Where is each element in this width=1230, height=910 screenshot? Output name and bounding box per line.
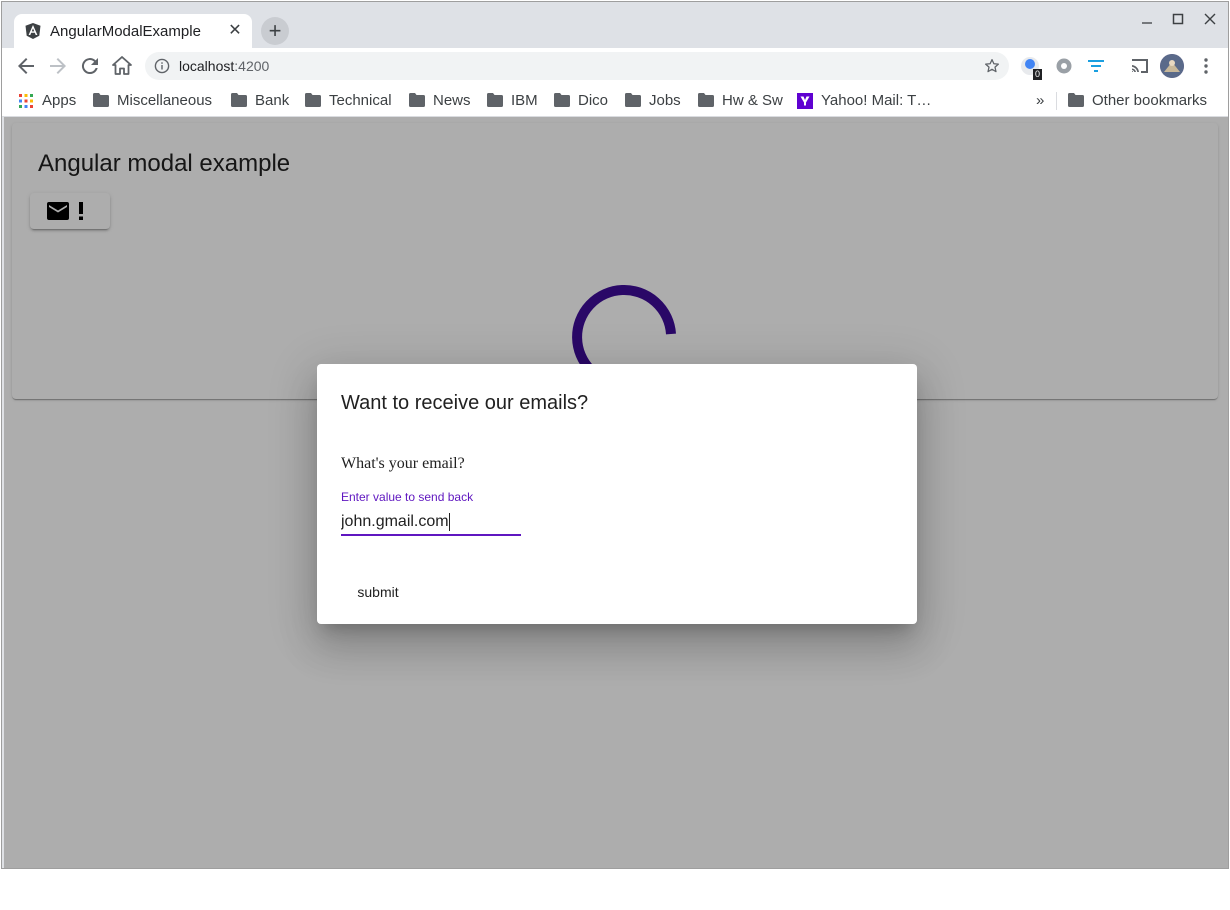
- dialog-title: Want to receive our emails?: [341, 392, 589, 414]
- address-bar[interactable]: localhost:4200: [145, 52, 1009, 80]
- extension-circle-icon[interactable]: [1054, 56, 1074, 76]
- filter-extension-icon[interactable]: [1086, 56, 1106, 76]
- new-tab-button[interactable]: +: [261, 17, 289, 45]
- back-arrow-icon[interactable]: [14, 54, 38, 78]
- tab-title: AngularModalExample: [50, 23, 201, 40]
- folder-icon: [409, 93, 425, 107]
- maximize-icon[interactable]: [1166, 12, 1190, 30]
- bookmarks-divider: [1056, 92, 1057, 110]
- folder-icon: [305, 93, 321, 107]
- url-text: localhost:4200: [179, 58, 269, 74]
- bookmark-label: Dico: [578, 92, 609, 109]
- url-port: :4200: [234, 58, 270, 74]
- extension-badge-count: 0: [1033, 69, 1043, 80]
- home-icon[interactable]: [110, 54, 134, 78]
- bookmark-label: Jobs: [649, 92, 681, 109]
- reload-icon[interactable]: [78, 54, 102, 78]
- bookmarks-bar: Apps Miscellaneous Bank Technical News I…: [2, 84, 1228, 117]
- folder-icon: [93, 93, 109, 107]
- cast-icon[interactable]: [1130, 56, 1150, 76]
- close-tab-icon[interactable]: ✕: [226, 22, 244, 40]
- forward-arrow-icon[interactable]: [46, 54, 70, 78]
- email-field-underline: [341, 534, 521, 536]
- url-host: localhost: [179, 58, 235, 74]
- info-icon[interactable]: [154, 58, 170, 74]
- tab-strip: AngularModalExample ✕ +: [2, 2, 1228, 48]
- extension-badge-icon[interactable]: 0: [1020, 56, 1043, 80]
- bookmark-label: Yahoo! Mail: T…: [821, 92, 932, 109]
- apps-grid-icon: [19, 94, 33, 108]
- submit-button[interactable]: submit: [341, 574, 415, 610]
- more-menu-icon[interactable]: [1196, 56, 1216, 76]
- tab-angular-modal-example[interactable]: AngularModalExample ✕: [14, 14, 252, 48]
- bookmark-label: Apps: [42, 92, 77, 109]
- close-window-icon[interactable]: [1198, 12, 1222, 30]
- browser-window: AngularModalExample ✕ + localhost:4200 0…: [1, 1, 1229, 869]
- text-caret: [449, 513, 450, 531]
- bookmark-label: News: [433, 92, 471, 109]
- dialog-question: What's your email?: [341, 455, 465, 472]
- profile-avatar[interactable]: [1160, 54, 1184, 78]
- folder-icon: [231, 93, 247, 107]
- browser-toolbar: localhost:4200 0: [2, 48, 1228, 84]
- bookmark-label: Miscellaneous: [117, 92, 213, 109]
- bookmark-label: IBM: [511, 92, 538, 109]
- email-dialog: Want to receive our emails? What's your …: [317, 364, 917, 624]
- email-form-field: Enter value to send back: [341, 490, 521, 536]
- email-field-label: Enter value to send back: [341, 490, 474, 504]
- folder-icon: [698, 93, 714, 107]
- bookmark-label: Technical: [329, 92, 392, 109]
- overflow-chevron: »: [1036, 92, 1045, 109]
- email-input[interactable]: [341, 511, 521, 533]
- minimize-icon[interactable]: [1135, 12, 1159, 30]
- other-bookmarks-label: Other bookmarks: [1092, 92, 1208, 109]
- bookmark-label: Bank: [255, 92, 290, 109]
- angular-icon: [25, 23, 41, 39]
- yahoo-icon: [797, 93, 813, 109]
- bookmark-star-icon[interactable]: [983, 57, 1001, 75]
- folder-icon: [487, 93, 503, 107]
- folder-icon: [554, 93, 570, 107]
- folder-icon: [625, 93, 641, 107]
- bookmark-label: Hw & Sw: [722, 92, 783, 109]
- page-viewport: Angular modal example Want to receive ou…: [4, 117, 1228, 868]
- folder-icon: [1068, 93, 1084, 107]
